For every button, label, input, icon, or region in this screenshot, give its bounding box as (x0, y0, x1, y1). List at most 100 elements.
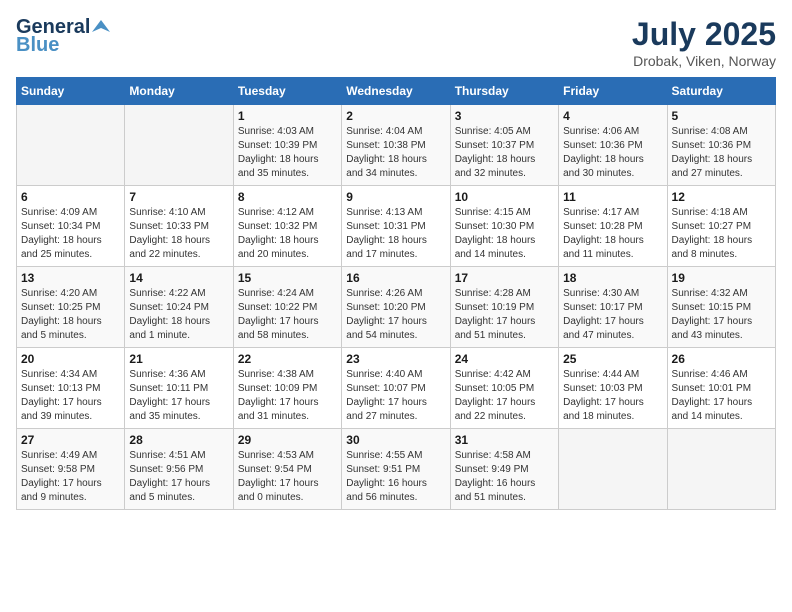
day-info: Sunrise: 4:28 AM Sunset: 10:19 PM Daylig… (455, 287, 554, 343)
calendar-cell: 29 Sunrise: 4:53 AM Sunset: 9:54 PM Dayli… (233, 429, 341, 510)
calendar-week-row: 20Sunrise: 4:34 AM Sunset: 10:13 PM Dayl… (17, 348, 776, 429)
day-number: 11 (563, 190, 662, 204)
calendar-cell (667, 429, 775, 510)
calendar-cell: 11 Sunrise: 4:17 AM Sunset: 10:28 PM Dayl… (559, 186, 667, 267)
day-number: 28 (129, 433, 228, 447)
day-number: 22 (238, 352, 337, 366)
day-number: 14 (129, 271, 228, 285)
day-number: 12 (672, 190, 771, 204)
day-info: Sunrise: 4:53 AM Sunset: 9:54 PM Dayligh… (238, 449, 337, 505)
calendar-cell: 10Sunrise: 4:15 AM Sunset: 10:30 PM Dayl… (450, 186, 558, 267)
day-info: Sunrise: 4:06 AM Sunset: 10:36 PM Daylig… (563, 125, 662, 181)
calendar-cell: 26 Sunrise: 4:46 AM Sunset: 10:01 PM Dayl… (667, 348, 775, 429)
calendar-cell: 7 Sunrise: 4:10 AM Sunset: 10:33 PM Dayli… (125, 186, 233, 267)
day-number: 30 (346, 433, 445, 447)
calendar-cell: 31 Sunrise: 4:58 AM Sunset: 9:49 PM Dayli… (450, 429, 558, 510)
day-info: Sunrise: 4:46 AM Sunset: 10:01 PM Daylig… (672, 368, 771, 424)
calendar-table: SundayMondayTuesdayWednesdayThursdayFrid… (16, 77, 776, 510)
calendar-cell (125, 105, 233, 186)
calendar-cell: 4 Sunrise: 4:06 AM Sunset: 10:36 PM Dayli… (559, 105, 667, 186)
day-number: 1 (238, 109, 337, 123)
calendar-cell: 13Sunrise: 4:20 AM Sunset: 10:25 PM Dayl… (17, 267, 125, 348)
day-number: 31 (455, 433, 554, 447)
calendar-cell: 12 Sunrise: 4:18 AM Sunset: 10:27 PM Dayl… (667, 186, 775, 267)
day-info: Sunrise: 4:22 AM Sunset: 10:24 PM Daylig… (129, 287, 228, 343)
calendar-cell: 23 Sunrise: 4:40 AM Sunset: 10:07 PM Dayl… (342, 348, 450, 429)
title-block: July 2025 Drobak, Viken, Norway (632, 16, 776, 69)
day-number: 18 (563, 271, 662, 285)
day-info: Sunrise: 4:58 AM Sunset: 9:49 PM Dayligh… (455, 449, 554, 505)
day-info: Sunrise: 4:13 AM Sunset: 10:31 PM Daylig… (346, 206, 445, 262)
day-info: Sunrise: 4:10 AM Sunset: 10:33 PM Daylig… (129, 206, 228, 262)
day-info: Sunrise: 4:32 AM Sunset: 10:15 PM Daylig… (672, 287, 771, 343)
calendar-cell: 28 Sunrise: 4:51 AM Sunset: 9:56 PM Dayli… (125, 429, 233, 510)
day-number: 5 (672, 109, 771, 123)
calendar-cell: 22 Sunrise: 4:38 AM Sunset: 10:09 PM Dayl… (233, 348, 341, 429)
day-number: 25 (563, 352, 662, 366)
day-number: 17 (455, 271, 554, 285)
day-number: 6 (21, 190, 120, 204)
day-info: Sunrise: 4:55 AM Sunset: 9:51 PM Dayligh… (346, 449, 445, 505)
page-header: General Blue July 2025 Drobak, Viken, No… (16, 16, 776, 69)
day-info: Sunrise: 4:17 AM Sunset: 10:28 PM Daylig… (563, 206, 662, 262)
day-info: Sunrise: 4:09 AM Sunset: 10:34 PM Daylig… (21, 206, 120, 262)
calendar-cell (559, 429, 667, 510)
day-of-week-header: Wednesday (342, 78, 450, 105)
day-number: 15 (238, 271, 337, 285)
calendar-cell: 24Sunrise: 4:42 AM Sunset: 10:05 PM Dayl… (450, 348, 558, 429)
calendar-cell: 27 Sunrise: 4:49 AM Sunset: 9:58 PM Dayli… (17, 429, 125, 510)
calendar-week-row: 6 Sunrise: 4:09 AM Sunset: 10:34 PM Dayli… (17, 186, 776, 267)
calendar-cell: 19Sunrise: 4:32 AM Sunset: 10:15 PM Dayl… (667, 267, 775, 348)
day-info: Sunrise: 4:40 AM Sunset: 10:07 PM Daylig… (346, 368, 445, 424)
day-of-week-header: Saturday (667, 78, 775, 105)
day-number: 21 (129, 352, 228, 366)
calendar-cell: 30 Sunrise: 4:55 AM Sunset: 9:51 PM Dayli… (342, 429, 450, 510)
calendar-cell: 14 Sunrise: 4:22 AM Sunset: 10:24 PM Dayl… (125, 267, 233, 348)
calendar-cell: 9 Sunrise: 4:13 AM Sunset: 10:31 PM Dayli… (342, 186, 450, 267)
day-number: 10 (455, 190, 554, 204)
day-info: Sunrise: 4:38 AM Sunset: 10:09 PM Daylig… (238, 368, 337, 424)
calendar-cell: 21 Sunrise: 4:36 AM Sunset: 10:11 PM Dayl… (125, 348, 233, 429)
day-info: Sunrise: 4:18 AM Sunset: 10:27 PM Daylig… (672, 206, 771, 262)
calendar-cell: 6 Sunrise: 4:09 AM Sunset: 10:34 PM Dayli… (17, 186, 125, 267)
day-info: Sunrise: 4:24 AM Sunset: 10:22 PM Daylig… (238, 287, 337, 343)
day-of-week-header: Tuesday (233, 78, 341, 105)
calendar-cell: 20Sunrise: 4:34 AM Sunset: 10:13 PM Dayl… (17, 348, 125, 429)
calendar-cell: 2Sunrise: 4:04 AM Sunset: 10:38 PM Dayli… (342, 105, 450, 186)
calendar-body: 1Sunrise: 4:03 AM Sunset: 10:39 PM Dayli… (17, 105, 776, 510)
calendar-cell: 16Sunrise: 4:26 AM Sunset: 10:20 PM Dayl… (342, 267, 450, 348)
day-number: 27 (21, 433, 120, 447)
day-info: Sunrise: 4:36 AM Sunset: 10:11 PM Daylig… (129, 368, 228, 424)
day-info: Sunrise: 4:44 AM Sunset: 10:03 PM Daylig… (563, 368, 662, 424)
logo-blue-text: Blue (16, 34, 110, 56)
day-number: 3 (455, 109, 554, 123)
calendar-cell: 1Sunrise: 4:03 AM Sunset: 10:39 PM Dayli… (233, 105, 341, 186)
day-of-week-header: Sunday (17, 78, 125, 105)
day-number: 26 (672, 352, 771, 366)
day-number: 9 (346, 190, 445, 204)
day-number: 8 (238, 190, 337, 204)
calendar-cell: 25 Sunrise: 4:44 AM Sunset: 10:03 PM Dayl… (559, 348, 667, 429)
calendar-cell: 8Sunrise: 4:12 AM Sunset: 10:32 PM Dayli… (233, 186, 341, 267)
day-info: Sunrise: 4:20 AM Sunset: 10:25 PM Daylig… (21, 287, 120, 343)
day-number: 7 (129, 190, 228, 204)
day-of-week-header: Monday (125, 78, 233, 105)
days-row: SundayMondayTuesdayWednesdayThursdayFrid… (17, 78, 776, 105)
day-info: Sunrise: 4:51 AM Sunset: 9:56 PM Dayligh… (129, 449, 228, 505)
day-number: 20 (21, 352, 120, 366)
calendar-cell: 3 Sunrise: 4:05 AM Sunset: 10:37 PM Dayli… (450, 105, 558, 186)
calendar-cell: 5Sunrise: 4:08 AM Sunset: 10:36 PM Dayli… (667, 105, 775, 186)
day-number: 24 (455, 352, 554, 366)
day-number: 2 (346, 109, 445, 123)
day-info: Sunrise: 4:30 AM Sunset: 10:17 PM Daylig… (563, 287, 662, 343)
calendar-header: SundayMondayTuesdayWednesdayThursdayFrid… (17, 78, 776, 105)
day-of-week-header: Friday (559, 78, 667, 105)
day-number: 4 (563, 109, 662, 123)
day-number: 29 (238, 433, 337, 447)
calendar-cell: 15 Sunrise: 4:24 AM Sunset: 10:22 PM Dayl… (233, 267, 341, 348)
day-info: Sunrise: 4:49 AM Sunset: 9:58 PM Dayligh… (21, 449, 120, 505)
calendar-subtitle: Drobak, Viken, Norway (632, 53, 776, 69)
calendar-week-row: 13Sunrise: 4:20 AM Sunset: 10:25 PM Dayl… (17, 267, 776, 348)
day-info: Sunrise: 4:05 AM Sunset: 10:37 PM Daylig… (455, 125, 554, 181)
day-number: 23 (346, 352, 445, 366)
